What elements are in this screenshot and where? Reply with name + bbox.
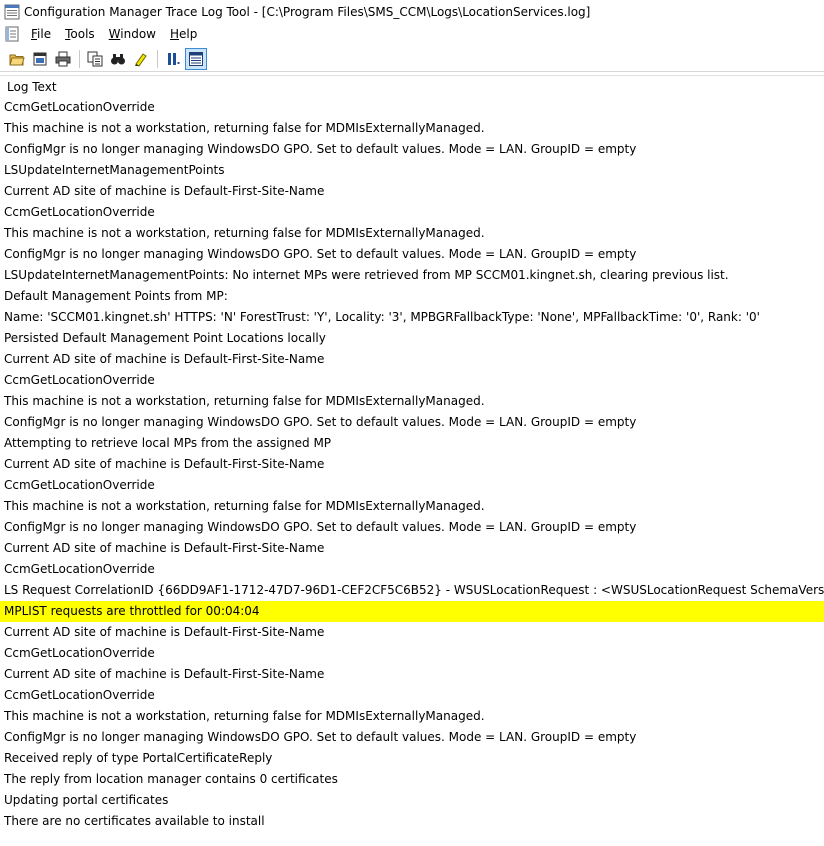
log-row[interactable]: This machine is not a workstation, retur… [0,391,824,412]
print-icon [55,51,71,66]
log-row[interactable]: CcmGetLocationOverride [0,475,824,496]
log-text-column-header[interactable]: Log Text [0,76,824,97]
log-row[interactable]: CcmGetLocationOverride [0,97,824,118]
log-row[interactable]: This machine is not a workstation, retur… [0,706,824,727]
find-icon [111,53,125,64]
print-preview-button[interactable] [29,48,51,70]
menu-tools[interactable]: Tools [58,27,102,41]
log-row[interactable]: Persisted Default Management Point Locat… [0,328,824,349]
log-row[interactable]: CcmGetLocationOverride [0,559,824,580]
log-pane[interactable]: Log Text CcmGetLocationOverride This mach… [0,75,824,846]
log-row[interactable]: CcmGetLocationOverride [0,685,824,706]
log-row[interactable]: This machine is not a workstation, retur… [0,223,824,244]
copy-button[interactable] [84,48,106,70]
menu-help[interactable]: Help [163,27,204,41]
log-row[interactable]: ConfigMgr is no longer managing WindowsD… [0,727,824,748]
pause-icon [168,52,180,65]
log-row[interactable]: Current AD site of machine is Default-Fi… [0,181,824,202]
log-row[interactable]: Received reply of type PortalCertificate… [0,748,824,769]
log-row[interactable]: There are no certificates available to i… [0,811,824,832]
log-row[interactable]: Updating portal certificates [0,790,824,811]
open-button[interactable] [6,48,28,70]
open-folder-icon [9,54,25,65]
log-row[interactable]: ConfigMgr is no longer managing WindowsD… [0,244,824,265]
log-row[interactable]: Attempting to retrieve local MPs from th… [0,433,824,454]
log-rows: CcmGetLocationOverride This machine is no… [0,97,824,832]
columns-icon [189,51,203,66]
menu-bar: File Tools Window Help [0,24,824,44]
log-row[interactable]: This machine is not a workstation, retur… [0,496,824,517]
log-row[interactable]: This machine is not a workstation, retur… [0,118,824,139]
toolbar-separator [79,49,80,68]
window-title: Configuration Manager Trace Log Tool - [… [24,5,591,19]
log-row[interactable]: Current AD site of machine is Default-Fi… [0,622,824,643]
log-row[interactable]: Name: 'SCCM01.kingnet.sh' HTTPS: 'N' For… [0,307,824,328]
menu-window[interactable]: Window [102,27,163,41]
print-preview-icon [33,52,47,65]
log-row[interactable]: CcmGetLocationOverride [0,370,824,391]
log-row[interactable]: LSUpdateInternetManagementPoints: No int… [0,265,824,286]
log-row[interactable]: Current AD site of machine is Default-Fi… [0,349,824,370]
app-icon [4,4,20,20]
log-row[interactable]: MPLIST requests are throttled for 00:04:… [0,601,824,622]
log-row[interactable]: ConfigMgr is no longer managing WindowsD… [0,412,824,433]
columns-button[interactable] [185,47,207,70]
log-row[interactable]: Current AD site of machine is Default-Fi… [0,664,824,685]
log-row[interactable]: Current AD site of machine is Default-Fi… [0,538,824,559]
log-row[interactable]: Default Management Points from MP: [0,286,824,307]
toolbar-separator [157,49,158,68]
title-bar: Configuration Manager Trace Log Tool - [… [0,0,824,24]
copy-icon [87,51,103,66]
log-row[interactable]: LSUpdateInternetManagementPoints [0,160,824,181]
toolbar [0,46,824,72]
log-row[interactable]: LS Request CorrelationID {66DD9AF1-1712-… [0,580,824,601]
pause-button[interactable] [162,48,184,70]
find-button[interactable] [107,48,129,70]
highlight-button[interactable] [130,48,152,70]
menu-file[interactable]: File [24,27,58,41]
highlight-icon [135,52,147,67]
log-row[interactable]: Current AD site of machine is Default-Fi… [0,454,824,475]
log-row[interactable]: CcmGetLocationOverride [0,643,824,664]
log-row[interactable]: ConfigMgr is no longer managing WindowsD… [0,139,824,160]
print-button[interactable] [52,48,74,70]
log-row[interactable]: The reply from location manager contains… [0,769,824,790]
document-icon[interactable] [4,26,20,42]
log-row[interactable]: CcmGetLocationOverride [0,202,824,223]
log-row[interactable]: ConfigMgr is no longer managing WindowsD… [0,517,824,538]
